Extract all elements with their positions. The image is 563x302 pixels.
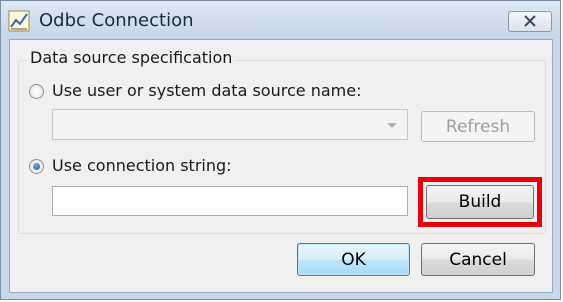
dsn-radio-label[interactable]: Use user or system data source name: [52,81,361,100]
odbc-connection-dialog: Odbc Connection Data source specificatio… [0,0,561,300]
refresh-button-label: Refresh [445,116,511,137]
cancel-button-label: Cancel [449,249,507,270]
title-bar[interactable]: Odbc Connection [1,1,560,39]
build-button[interactable]: Build [426,185,534,219]
dsn-radio[interactable] [29,84,44,99]
build-button-label: Build [458,192,502,212]
refresh-button[interactable]: Refresh [421,111,535,142]
chevron-down-icon [387,123,397,128]
chart-icon [8,10,30,32]
group-legend: Data source specification [27,48,236,67]
connection-string-radio-label[interactable]: Use connection string: [52,156,232,175]
connection-string-radio[interactable] [29,159,44,174]
connection-string-input[interactable] [52,186,408,216]
dsn-select[interactable] [52,109,408,140]
close-button[interactable] [508,11,552,32]
radio-selected-dot [33,163,40,170]
ok-button-label: OK [341,249,366,270]
close-icon [523,12,537,32]
window-title: Odbc Connection [39,10,194,31]
cancel-button[interactable]: Cancel [421,243,535,276]
ok-button[interactable]: OK [297,243,410,276]
dialog-body: Data source specification Use user or sy… [9,39,553,293]
